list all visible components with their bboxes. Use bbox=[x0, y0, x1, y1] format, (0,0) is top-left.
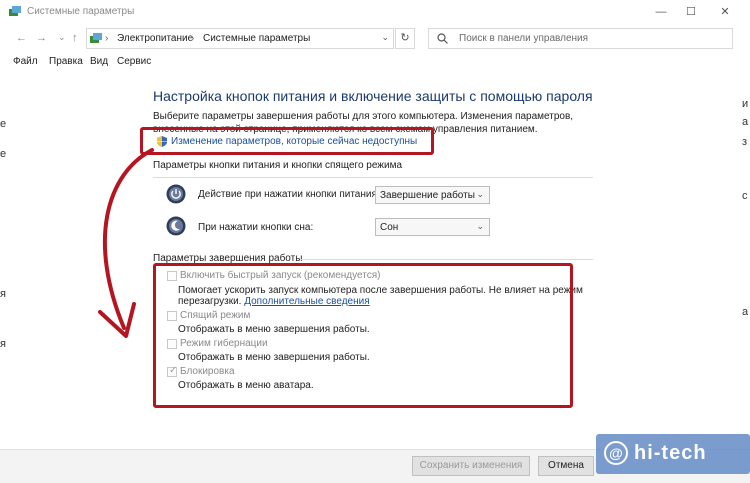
window-title: Системные параметры bbox=[27, 6, 135, 17]
forward-arrow-icon[interactable]: → bbox=[36, 32, 47, 44]
breadcrumb-system-settings[interactable]: Системные параметры bbox=[203, 33, 310, 44]
chevron-down-icon: ⌄ bbox=[476, 221, 484, 231]
cancel-button[interactable]: Отмена bbox=[538, 456, 594, 476]
breadcrumb-separator: › bbox=[105, 33, 109, 44]
power-button-action-select[interactable]: Завершение работы ⌄ bbox=[375, 186, 490, 204]
chevron-down-icon: ⌄ bbox=[476, 189, 484, 199]
control-panel-icon bbox=[9, 6, 21, 16]
refresh-icon[interactable]: ↻ bbox=[395, 28, 415, 49]
right-edge-fragment: и а з с а bbox=[742, 98, 749, 318]
minimize-button[interactable]: — bbox=[650, 4, 672, 20]
menu-bar: Файл Правка Вид Сервис bbox=[0, 56, 750, 70]
breadcrumb-power-options[interactable]: Электропитание bbox=[117, 33, 193, 44]
sleep-button-action-select[interactable]: Сон ⌄ bbox=[375, 218, 490, 236]
power-button-label: Действие при нажатии кнопки питания: bbox=[198, 189, 380, 200]
left-edge-fragment: е е я я bbox=[0, 118, 7, 350]
save-changes-button[interactable]: Сохранить изменения bbox=[412, 456, 530, 476]
at-sign-icon: @ bbox=[604, 441, 628, 465]
menu-edit[interactable]: Правка bbox=[49, 56, 83, 67]
address-dropdown-icon[interactable]: ⌄ bbox=[381, 32, 389, 43]
highlight-shutdown-options bbox=[153, 263, 573, 408]
recent-dropdown-icon[interactable]: ⌄ bbox=[58, 32, 66, 43]
section-divider bbox=[153, 177, 593, 178]
search-input[interactable]: Поиск в панели управления bbox=[459, 33, 588, 44]
menu-file[interactable]: Файл bbox=[13, 56, 38, 67]
close-button[interactable]: ✕ bbox=[714, 4, 736, 20]
maximize-button[interactable]: ☐ bbox=[680, 4, 702, 20]
page-title: Настройка кнопок питания и включение защ… bbox=[153, 88, 593, 104]
watermark-text: hi-tech bbox=[634, 442, 707, 464]
title-bar: Системные параметры — ☐ ✕ bbox=[0, 0, 750, 24]
menu-tools[interactable]: Сервис bbox=[117, 56, 151, 67]
hitech-watermark: @ hi-tech bbox=[596, 434, 750, 474]
menu-view[interactable]: Вид bbox=[90, 56, 108, 67]
control-panel-icon bbox=[90, 33, 102, 43]
address-field[interactable]: › Электропитание › Системные параметры ⌄ bbox=[86, 28, 394, 49]
back-arrow-icon[interactable]: ← bbox=[16, 32, 27, 44]
up-arrow-icon[interactable]: ↑ bbox=[72, 32, 78, 44]
search-icon bbox=[437, 33, 448, 44]
breadcrumb-separator: › bbox=[191, 33, 195, 44]
section-divider bbox=[300, 259, 593, 260]
search-box[interactable]: Поиск в панели управления bbox=[428, 28, 733, 49]
address-bar-row: ← → ⌄ ↑ › Электропитание › Системные пар… bbox=[0, 26, 750, 52]
annotation-arrow bbox=[98, 148, 154, 338]
sleep-button-label: При нажатии кнопки сна: bbox=[198, 222, 314, 233]
